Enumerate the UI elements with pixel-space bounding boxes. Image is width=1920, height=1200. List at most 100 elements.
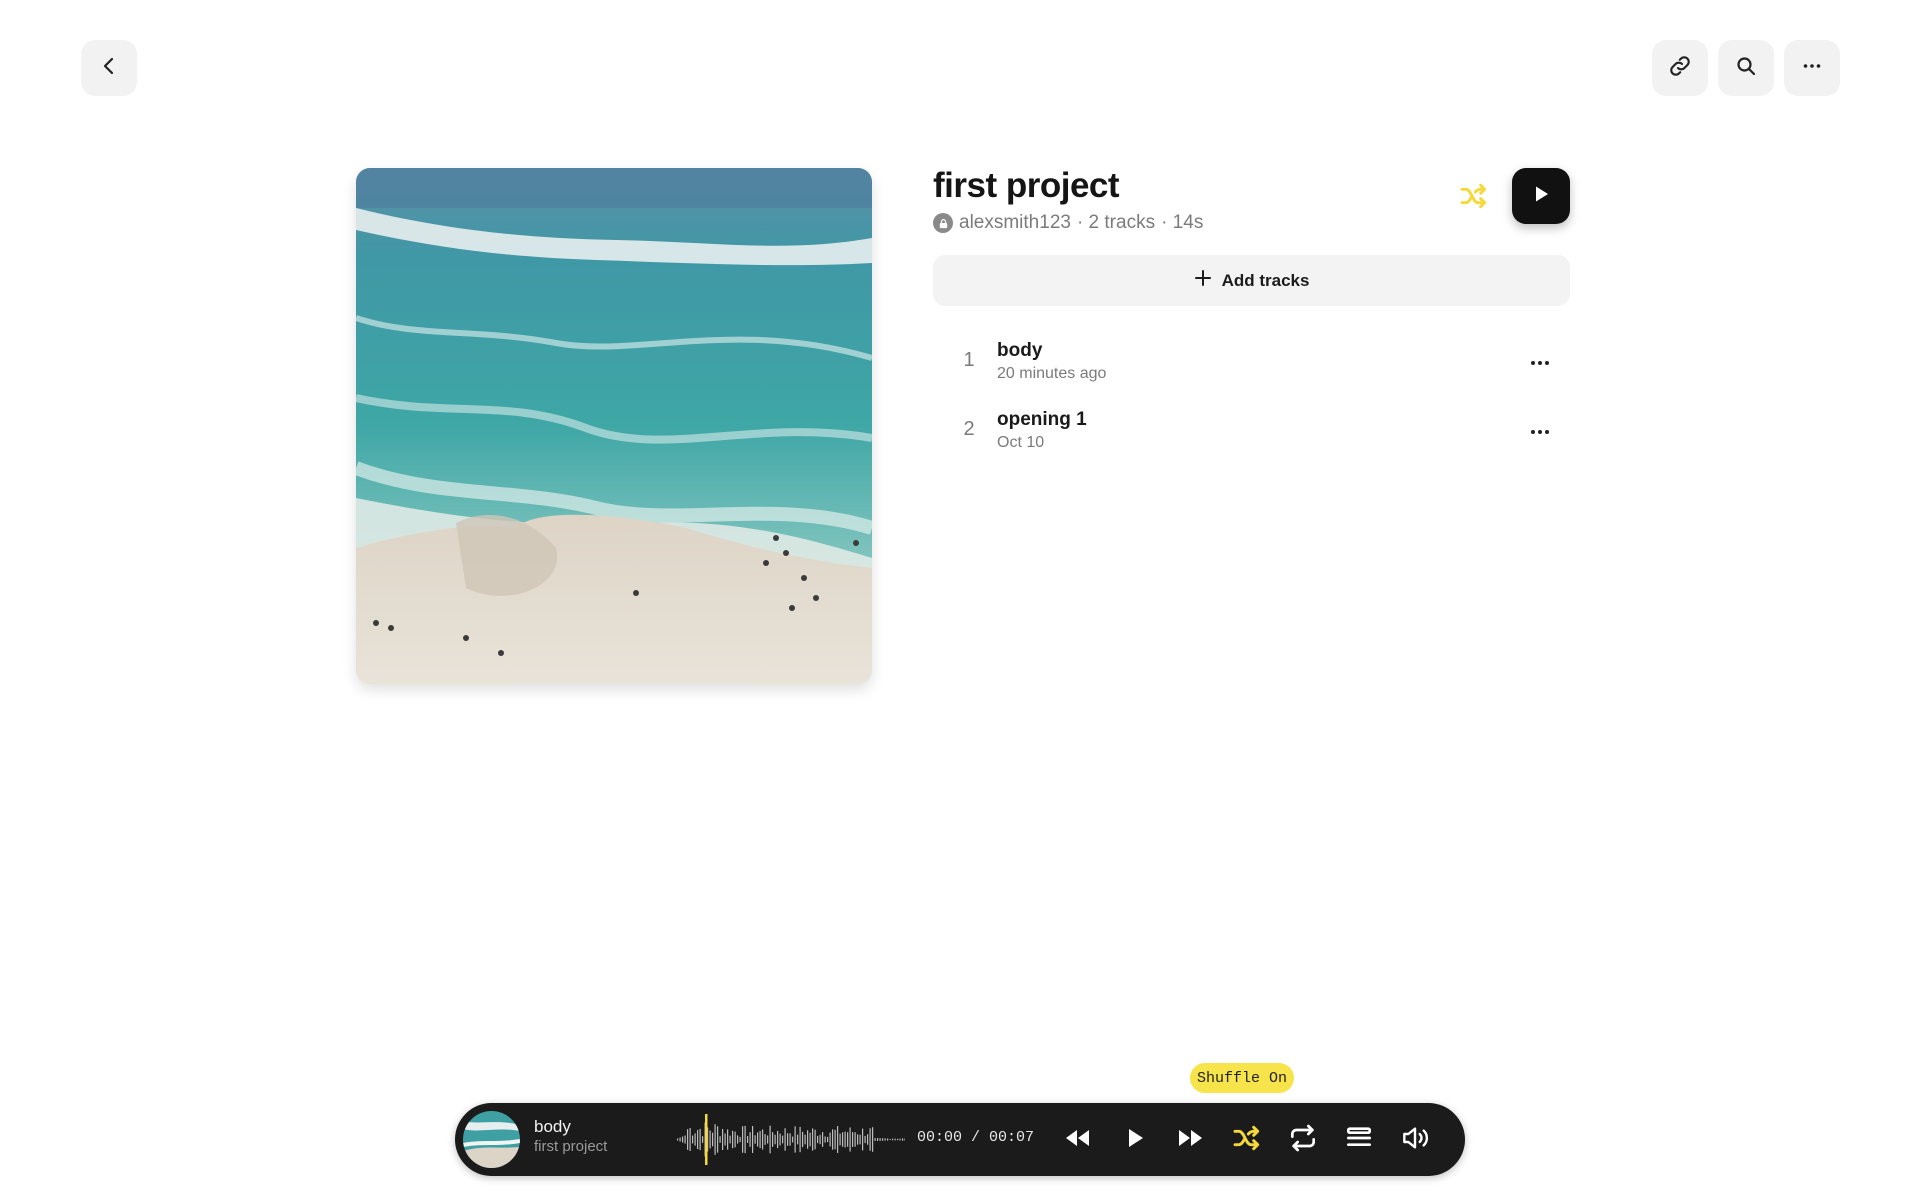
waveform-bar [807, 1130, 809, 1149]
waveform-bar [702, 1136, 704, 1143]
more-horizontal-icon [1800, 54, 1824, 83]
volume-button[interactable] [1396, 1121, 1434, 1159]
waveform-bar [752, 1126, 754, 1153]
waveform-bar [682, 1136, 684, 1143]
plus-icon [1194, 269, 1212, 292]
back-button[interactable] [81, 40, 137, 96]
waveform-bar [837, 1126, 839, 1153]
play-all-button[interactable] [1512, 168, 1570, 224]
play-icon [1119, 1122, 1151, 1159]
fast-forward-button[interactable] [1171, 1121, 1209, 1159]
waveform-bar [824, 1136, 826, 1143]
waveform-bar [689, 1127, 691, 1152]
waveform-bar [724, 1133, 726, 1146]
project-duration: · 14s [1161, 212, 1204, 233]
shuffle-toggle-button[interactable] [1228, 1121, 1266, 1159]
waveform-bar [734, 1131, 736, 1148]
waveform-bar [847, 1132, 849, 1147]
player-bar: body first project 00:00 / 00:07 [455, 1103, 1465, 1176]
shuffle-icon [1458, 183, 1490, 216]
now-playing-title: body [534, 1117, 571, 1136]
waveform-bar [729, 1135, 731, 1144]
add-tracks-button[interactable]: Add tracks [933, 255, 1570, 306]
waveform-bar [722, 1129, 724, 1150]
more-horizontal-icon [1531, 361, 1549, 365]
waveform-bar [732, 1130, 734, 1149]
shuffle-button[interactable] [1458, 180, 1490, 212]
waveform-bar [867, 1134, 869, 1145]
track-row[interactable]: 1 body 20 minutes ago [933, 330, 1570, 399]
track-more-button[interactable] [1525, 348, 1555, 378]
waveform-bar [687, 1129, 689, 1150]
playback-time: 00:00 / 00:07 [917, 1129, 1035, 1146]
shuffle-tooltip: Shuffle On [1190, 1063, 1294, 1093]
waveform-bar [767, 1135, 769, 1144]
waveform-bar [804, 1134, 806, 1145]
queue-button[interactable] [1340, 1121, 1378, 1159]
waveform-bar [899, 1138, 901, 1141]
rewind-icon [1062, 1122, 1094, 1159]
track-name: body [997, 340, 1043, 361]
waveform-bar [679, 1137, 681, 1142]
waveform-bar [889, 1138, 891, 1141]
waveform-bar [814, 1129, 816, 1150]
waveform-bar [694, 1133, 696, 1146]
waveform-bar [882, 1138, 884, 1141]
waveform-bar [799, 1126, 801, 1153]
waveform-bar [809, 1132, 811, 1147]
waveform-bar [832, 1129, 834, 1150]
waveform-bar [739, 1136, 741, 1143]
track-number: 2 [963, 418, 975, 440]
waveform-bar [774, 1134, 776, 1145]
volume-icon [1399, 1122, 1431, 1159]
track-date: Oct 10 [997, 434, 1045, 451]
waveform-bar [772, 1132, 774, 1147]
track-name: opening 1 [997, 409, 1087, 430]
track-more-button[interactable] [1525, 417, 1555, 447]
track-number: 1 [963, 349, 975, 371]
waveform-bar [859, 1134, 861, 1145]
more-options-button[interactable] [1784, 40, 1840, 96]
waveform-bar [879, 1138, 881, 1141]
waveform-bar [697, 1129, 699, 1150]
waveform-bar [777, 1130, 779, 1149]
waveform-bar [797, 1134, 799, 1145]
waveform-bar [817, 1135, 819, 1144]
waveform-bar [892, 1138, 894, 1141]
waveform-bar [782, 1135, 784, 1144]
waveform-scrubber[interactable] [675, 1111, 905, 1168]
waveform-bar [854, 1132, 856, 1147]
copy-link-button[interactable] [1652, 40, 1708, 96]
playhead[interactable] [705, 1114, 708, 1165]
waveform-bar [714, 1124, 716, 1155]
waveform-bar [709, 1130, 711, 1149]
waveform-bar [789, 1133, 791, 1146]
add-tracks-label: Add tracks [1221, 270, 1310, 290]
repeat-button[interactable] [1284, 1121, 1322, 1159]
waveform-bar [684, 1135, 686, 1144]
waveform-bar [784, 1128, 786, 1151]
search-button[interactable] [1718, 40, 1774, 96]
waveform-bar [844, 1131, 846, 1148]
waveform-bar [852, 1132, 854, 1147]
waveform-bar [857, 1134, 859, 1145]
waveform-bar [744, 1125, 746, 1154]
project-title: first project [933, 166, 1120, 205]
waveform-bar [802, 1131, 804, 1148]
lock-icon [933, 213, 953, 233]
waveform-bar [764, 1134, 766, 1145]
more-horizontal-icon [1531, 430, 1549, 434]
waveform-bar [787, 1133, 789, 1146]
waveform-bar [862, 1128, 864, 1151]
track-list: 1 body 20 minutes ago 2 opening 1 Oct 10 [933, 330, 1570, 468]
track-row[interactable]: 2 opening 1 Oct 10 [933, 399, 1570, 468]
rewind-button[interactable] [1059, 1121, 1097, 1159]
player-thumbnail [463, 1111, 520, 1168]
now-playing-project: first project [534, 1138, 608, 1155]
track-date: 20 minutes ago [997, 365, 1107, 382]
waveform-bar [904, 1138, 905, 1141]
waveform-bar [719, 1136, 721, 1143]
play-button[interactable] [1116, 1121, 1154, 1159]
search-icon [1734, 54, 1758, 83]
play-icon [1531, 184, 1551, 209]
